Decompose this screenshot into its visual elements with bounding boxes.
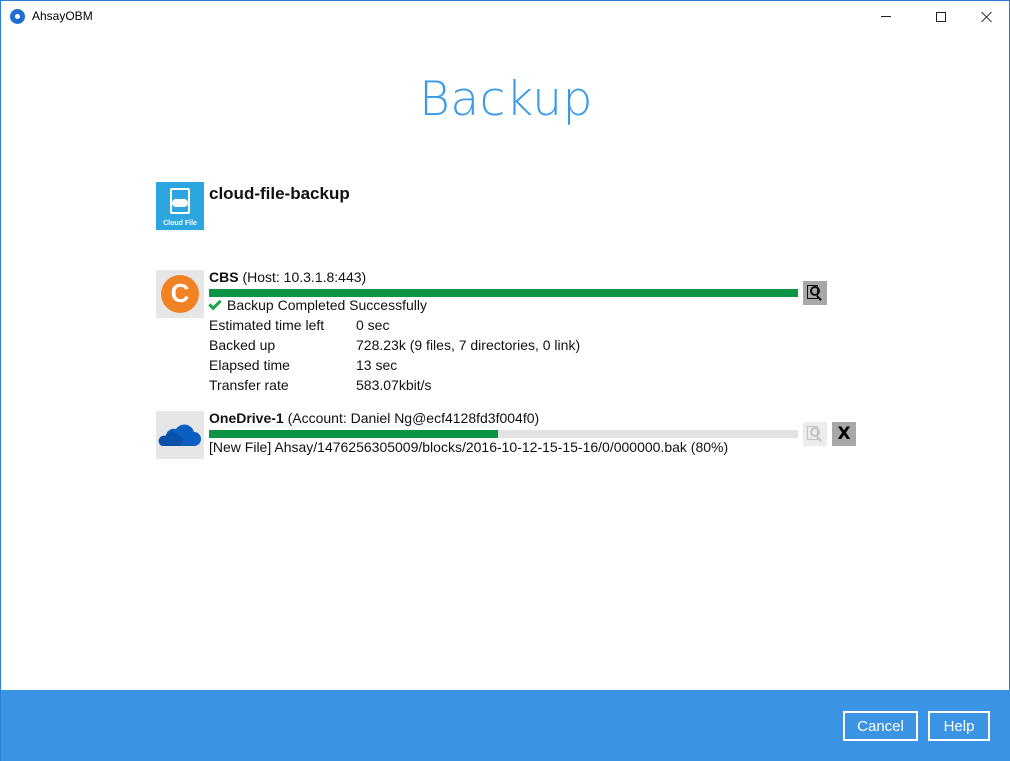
help-button[interactable]: Help (928, 711, 990, 741)
stat-row: Transfer rate 583.07kbit/s (209, 377, 432, 393)
maximize-icon (936, 11, 946, 22)
progress-fill (209, 430, 498, 438)
window-title: AhsayOBM (32, 9, 93, 23)
destination-detail: (Account: Daniel Ng@ecf4128fd3f004f0) (287, 410, 540, 426)
minimize-button[interactable] (863, 1, 909, 32)
stat-row: Elapsed time 13 sec (209, 357, 398, 373)
close-icon (981, 11, 993, 23)
destination-title-cbs: CBS (Host: 10.3.1.8:443) (209, 269, 366, 285)
onedrive-icon (156, 411, 204, 459)
close-button[interactable] (964, 1, 1010, 32)
destination-title-onedrive: OneDrive-1 (Account: Daniel Ng@ecf4128fd… (209, 410, 539, 426)
magnifier-icon (807, 285, 823, 301)
progress-bar-onedrive (209, 430, 798, 438)
status-text-cbs: Backup Completed Successfully (208, 296, 427, 313)
icon-caption: Cloud File (163, 220, 197, 227)
minimize-icon (881, 16, 891, 17)
app-window: AhsayOBM Backup Cloud File cloud-file-ba… (0, 0, 1010, 761)
backup-set-name: cloud-file-backup (209, 184, 350, 203)
progress-bar-cbs (209, 289, 798, 297)
destination-detail: (Host: 10.3.1.8:443) (242, 269, 367, 285)
footer-bar: Cancel Help (1, 690, 1010, 761)
cloud-file-icon: Cloud File (156, 182, 204, 230)
stat-row: Backed up 728.23k (9 files, 7 directories… (209, 337, 581, 353)
checkmark-icon (208, 296, 222, 311)
cbs-logo-icon: C (156, 270, 204, 318)
cancel-button[interactable]: Cancel (843, 711, 918, 741)
status-text-onedrive: [New File] Ahsay/1476256305009/blocks/20… (209, 439, 729, 455)
stat-row: Estimated time left 0 sec (209, 317, 390, 333)
view-log-button-cbs[interactable] (803, 281, 827, 305)
destination-name: OneDrive-1 (209, 410, 284, 426)
destination-name: CBS (209, 269, 239, 285)
maximize-button[interactable] (918, 1, 964, 32)
cancel-destination-button[interactable]: X (832, 422, 856, 446)
magnifier-icon (807, 426, 823, 442)
ahsay-logo-icon (10, 9, 25, 24)
page-title: Backup (419, 72, 593, 127)
view-log-button-onedrive[interactable] (803, 422, 827, 446)
title-bar: AhsayOBM (1, 1, 1009, 32)
progress-fill (209, 289, 798, 297)
